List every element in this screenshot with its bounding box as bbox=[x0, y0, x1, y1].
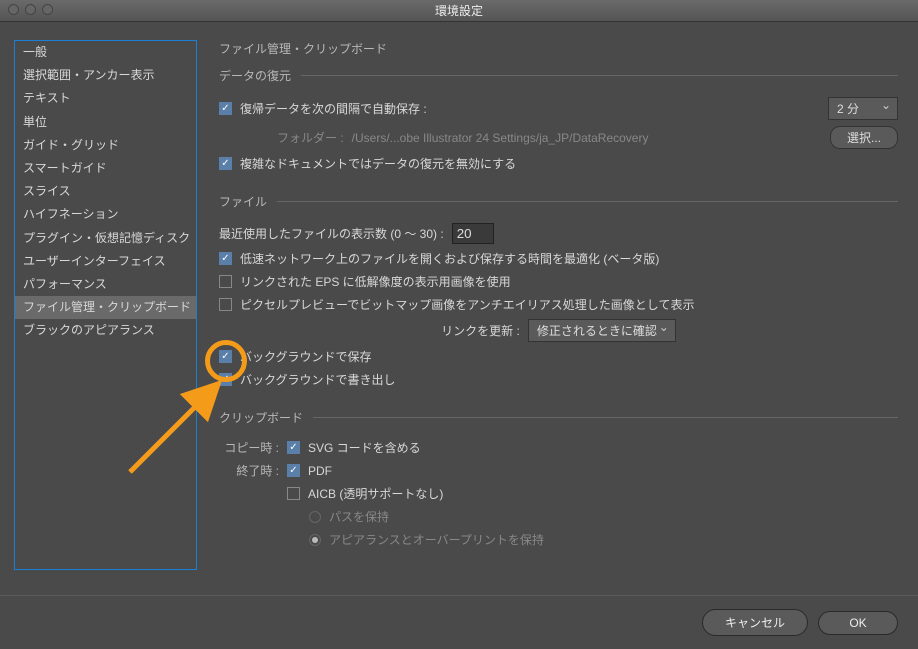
settings-panel: ファイル管理・クリップボード データの復元 復帰データを次の間隔で自動保存 : … bbox=[219, 40, 904, 570]
svg-checkbox[interactable] bbox=[287, 441, 300, 454]
autosave-label: 復帰データを次の間隔で自動保存 : bbox=[240, 100, 427, 117]
eps-lowres-checkbox[interactable] bbox=[219, 275, 232, 288]
recent-files-label: 最近使用したファイルの表示数 (0 ～ 30) : bbox=[219, 225, 444, 242]
bg-export-checkbox[interactable] bbox=[219, 373, 232, 386]
svg-label: SVG コードを含める bbox=[308, 439, 421, 456]
recent-files-input[interactable] bbox=[452, 223, 494, 244]
panel-heading: ファイル管理・クリップボード bbox=[219, 40, 898, 57]
cancel-button[interactable]: キャンセル bbox=[702, 609, 808, 636]
pixel-preview-label: ピクセルプレビューでビットマップ画像をアンチエイリアス処理した画像として表示 bbox=[240, 296, 694, 313]
sidebar-item[interactable]: 単位 bbox=[15, 111, 196, 134]
sidebar-item[interactable]: テキスト bbox=[15, 87, 196, 110]
update-links-label: リンクを更新 : bbox=[441, 322, 520, 339]
pdf-label: PDF bbox=[308, 464, 332, 478]
preserve-paths-radio bbox=[309, 511, 321, 523]
zoom-icon[interactable] bbox=[42, 4, 53, 15]
autosave-checkbox[interactable] bbox=[219, 102, 232, 115]
sidebar-item[interactable]: スライス bbox=[15, 180, 196, 203]
sidebar-item[interactable]: プラグイン・仮想記憶ディスク bbox=[15, 227, 196, 250]
sidebar-item[interactable]: スマートガイド bbox=[15, 157, 196, 180]
ok-button[interactable]: OK bbox=[818, 611, 898, 635]
slow-network-checkbox[interactable] bbox=[219, 252, 232, 265]
copy-time-label: コピー時 : bbox=[219, 439, 279, 456]
eps-lowres-label: リンクされた EPS に低解像度の表示用画像を使用 bbox=[240, 273, 511, 290]
sidebar-item[interactable]: パフォーマンス bbox=[15, 273, 196, 296]
preserve-paths-label: パスを保持 bbox=[329, 508, 389, 525]
minimize-icon[interactable] bbox=[25, 4, 36, 15]
sidebar-item[interactable]: ハイフネーション bbox=[15, 203, 196, 226]
sidebar-item[interactable]: 一般 bbox=[15, 41, 196, 64]
close-icon[interactable] bbox=[8, 4, 19, 15]
files-legend: ファイル bbox=[219, 193, 277, 210]
window-title: 環境設定 bbox=[435, 4, 483, 18]
disable-complex-checkbox[interactable] bbox=[219, 157, 232, 170]
sidebar-item[interactable]: ブラックのアピアランス bbox=[15, 319, 196, 342]
bg-export-label: バックグラウンドで書き出し bbox=[240, 371, 396, 388]
quit-time-label: 終了時 : bbox=[219, 462, 279, 479]
clipboard-legend: クリップボード bbox=[219, 409, 313, 426]
update-links-select[interactable]: 修正されるときに確認 bbox=[528, 319, 676, 342]
sidebar-item[interactable]: ガイド・グリッド bbox=[15, 134, 196, 157]
sidebar-item[interactable]: ファイル管理・クリップボード bbox=[15, 296, 196, 319]
choose-folder-button[interactable]: 選択... bbox=[830, 126, 898, 149]
preserve-appearance-label: アピアランスとオーバープリントを保持 bbox=[329, 531, 544, 548]
recovery-section: データの復元 復帰データを次の間隔で自動保存 : 2 分 フォルダー : /Us… bbox=[219, 67, 898, 175]
folder-label: フォルダー : bbox=[277, 129, 344, 146]
bg-save-label: バックグラウンドで保存 bbox=[240, 348, 372, 365]
autosave-interval-select[interactable]: 2 分 bbox=[828, 97, 898, 120]
dialog-buttons: キャンセル OK bbox=[0, 595, 918, 649]
bg-save-checkbox[interactable] bbox=[219, 350, 232, 363]
sidebar-item[interactable]: ユーザーインターフェイス bbox=[15, 250, 196, 273]
aicb-checkbox[interactable] bbox=[287, 487, 300, 500]
recovery-legend: データの復元 bbox=[219, 67, 301, 84]
folder-path: /Users/...obe Illustrator 24 Settings/ja… bbox=[352, 131, 649, 145]
aicb-label: AICB (透明サポートなし) bbox=[308, 485, 443, 502]
disable-complex-label: 複雑なドキュメントではデータの復元を無効にする bbox=[240, 155, 516, 172]
window-controls bbox=[8, 4, 53, 15]
files-section: ファイル 最近使用したファイルの表示数 (0 ～ 30) : 低速ネットワーク上… bbox=[219, 193, 898, 391]
titlebar: 環境設定 bbox=[0, 0, 918, 22]
pdf-checkbox[interactable] bbox=[287, 464, 300, 477]
pixel-preview-checkbox[interactable] bbox=[219, 298, 232, 311]
clipboard-section: クリップボード コピー時 : SVG コードを含める 終了時 : PDF AIC… bbox=[219, 409, 898, 551]
slow-network-label: 低速ネットワーク上のファイルを開くおよび保存する時間を最適化 (ベータ版) bbox=[240, 250, 659, 267]
preserve-appearance-radio bbox=[309, 534, 321, 546]
sidebar-item[interactable]: 選択範囲・アンカー表示 bbox=[15, 64, 196, 87]
category-sidebar: 一般選択範囲・アンカー表示テキスト単位ガイド・グリッドスマートガイドスライスハイ… bbox=[14, 40, 197, 570]
